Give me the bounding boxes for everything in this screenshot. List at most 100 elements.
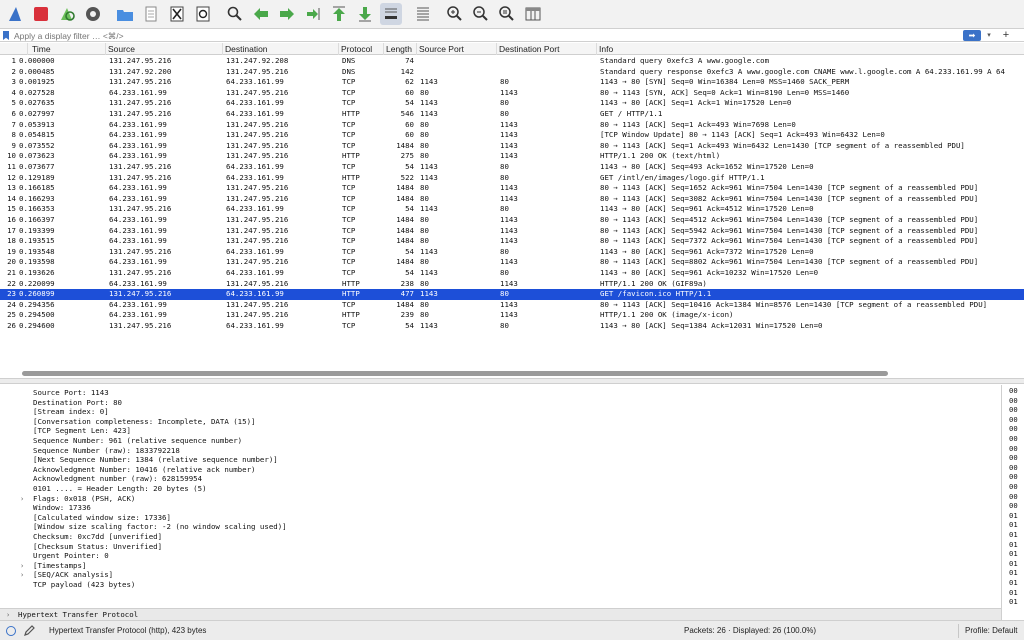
first-packet-icon[interactable] bbox=[328, 3, 350, 25]
expand-arrow-icon[interactable]: › bbox=[20, 494, 24, 504]
packet-length: 1484 bbox=[396, 236, 414, 246]
details-field-text: Destination Port: 80 bbox=[33, 397, 122, 407]
colorize-icon[interactable] bbox=[412, 3, 434, 25]
column-header-destination-port[interactable]: Destination Port bbox=[497, 43, 597, 55]
pane-splitter[interactable] bbox=[0, 378, 1024, 384]
close-file-icon[interactable] bbox=[166, 3, 188, 25]
packet-number: 9 bbox=[11, 140, 16, 150]
packet-source-port: 80 bbox=[420, 193, 429, 203]
column-header-length[interactable]: Length bbox=[384, 43, 417, 55]
zoom-out-icon[interactable] bbox=[470, 3, 492, 25]
packet-row[interactable]: 16 0.166397 64.233.161.99 131.247.95.216 TCP… bbox=[0, 215, 1024, 226]
packet-row[interactable]: 15 0.166353 131.247.95.216 64.233.161.99 TCP… bbox=[0, 204, 1024, 215]
details-field-text: Acknowledgment number (raw): 628159954 bbox=[33, 474, 203, 484]
column-header-source-port[interactable]: Source Port bbox=[417, 43, 497, 55]
restart-icon[interactable] bbox=[56, 3, 78, 25]
packet-length: 74 bbox=[405, 56, 414, 65]
packet-source: 131.247.92.200 bbox=[109, 66, 172, 76]
autoscroll-icon[interactable] bbox=[380, 3, 402, 25]
packet-row[interactable]: 6 0.027997 131.247.95.216 64.233.161.99 HTTP… bbox=[0, 109, 1024, 120]
packet-number: 7 bbox=[11, 119, 16, 129]
resize-columns-icon[interactable] bbox=[522, 3, 544, 25]
expand-arrow-icon[interactable]: › bbox=[20, 570, 24, 580]
packet-row[interactable]: 13 0.166185 64.233.161.99 131.247.95.216 TCP… bbox=[0, 183, 1024, 194]
file-icon[interactable] bbox=[140, 3, 162, 25]
packet-row[interactable]: 7 0.053913 64.233.161.99 131.247.95.216 TCP 6… bbox=[0, 120, 1024, 131]
back-arrow-icon[interactable] bbox=[250, 3, 272, 25]
column-header-info[interactable]: Info bbox=[597, 43, 1024, 55]
packet-number: 17 bbox=[7, 225, 16, 235]
column-header-source[interactable]: Source bbox=[106, 43, 223, 55]
packet-row[interactable]: 10 0.073623 64.233.161.99 131.247.95.216 HTT… bbox=[0, 151, 1024, 162]
packet-destination: 131.247.95.216 bbox=[226, 310, 289, 320]
packet-protocol: HTTP bbox=[342, 109, 360, 118]
zoom-in-icon[interactable] bbox=[444, 3, 466, 25]
packet-row[interactable]: 11 0.073677 131.247.95.216 64.233.161.99 TCP… bbox=[0, 162, 1024, 173]
packet-destination: 131.247.95.216 bbox=[226, 119, 289, 129]
expand-arrow-icon[interactable]: › bbox=[20, 561, 24, 571]
filter-dropdown-button[interactable]: ▾ bbox=[984, 30, 994, 41]
packet-number: 22 bbox=[7, 278, 16, 288]
packet-row[interactable]: 3 0.001925 131.247.95.216 64.233.161.99 TCP 6… bbox=[0, 77, 1024, 88]
column-header-no[interactable] bbox=[0, 43, 28, 55]
packet-row[interactable]: 9 0.073552 64.233.161.99 131.247.95.216 TCP 1… bbox=[0, 141, 1024, 152]
packet-row[interactable]: 21 0.193626 131.247.95.216 64.233.161.99 TCP… bbox=[0, 268, 1024, 279]
packet-row[interactable]: 26 0.294600 131.247.95.216 64.233.161.99 TCP… bbox=[0, 321, 1024, 332]
open-folder-icon[interactable] bbox=[114, 3, 136, 25]
packet-row[interactable]: 18 0.193515 64.233.161.99 131.247.95.216 TCP… bbox=[0, 236, 1024, 247]
packet-row[interactable]: 17 0.193399 64.233.161.99 131.247.95.216 TCP… bbox=[0, 226, 1024, 237]
packet-row[interactable]: 14 0.166293 64.233.161.99 131.247.95.216 TCP… bbox=[0, 194, 1024, 205]
go-to-packet-icon[interactable] bbox=[302, 3, 324, 25]
packet-number: 24 bbox=[7, 299, 16, 309]
forward-arrow-icon[interactable] bbox=[276, 3, 298, 25]
zoom-normal-icon[interactable] bbox=[496, 3, 518, 25]
packet-destination: 131.247.95.216 bbox=[226, 130, 289, 140]
packet-info: [TCP Window Update] 80 → 1143 [ACK] Seq=… bbox=[600, 130, 885, 140]
packet-row[interactable]: 23 0.260899 131.247.95.216 64.233.161.99 HTT… bbox=[0, 289, 1024, 300]
packet-row[interactable]: 4 0.027528 64.233.161.99 131.247.95.216 TCP 6… bbox=[0, 88, 1024, 99]
capture-comment-icon[interactable] bbox=[23, 625, 35, 637]
packet-row[interactable]: 22 0.220099 64.233.161.99 131.247.95.216 HTT… bbox=[0, 279, 1024, 290]
packet-source-port: 80 bbox=[420, 236, 429, 246]
find-icon[interactable] bbox=[224, 3, 246, 25]
details-tree-item-http[interactable]: › Hypertext Transfer Protocol bbox=[0, 608, 1001, 620]
packet-row[interactable]: 19 0.193548 131.247.95.216 64.233.161.99 TCP… bbox=[0, 247, 1024, 258]
packet-info: 80 → 1143 [SYN, ACK] Seq=0 Ack=1 Win=819… bbox=[600, 87, 850, 97]
packet-row[interactable]: 8 0.054815 64.233.161.99 131.247.95.216 TCP 6… bbox=[0, 130, 1024, 141]
packet-row[interactable]: 2 0.000485 131.247.92.200 131.247.95.216 DNS… bbox=[0, 67, 1024, 78]
column-header-time[interactable]: Time bbox=[28, 43, 106, 55]
packet-row[interactable]: 12 0.129189 131.247.95.216 64.233.161.99 HTT… bbox=[0, 173, 1024, 184]
packet-length: 275 bbox=[400, 151, 414, 161]
shark-fin-icon[interactable] bbox=[4, 3, 26, 25]
packet-destination-port: 1143 bbox=[500, 215, 518, 224]
packet-list-horizontal-scrollbar[interactable] bbox=[22, 371, 888, 376]
column-header-destination[interactable]: Destination bbox=[223, 43, 339, 55]
packet-row[interactable]: 1 0.000000 131.247.95.216 131.247.92.208 DNS… bbox=[0, 56, 1024, 67]
packet-row[interactable]: 5 0.027635 131.247.95.216 64.233.161.99 TCP 5… bbox=[0, 98, 1024, 109]
packet-destination: 131.247.95.216 bbox=[226, 66, 289, 76]
expand-arrow-icon[interactable]: › bbox=[6, 610, 10, 620]
display-filter-input[interactable] bbox=[14, 30, 954, 41]
packet-length: 60 bbox=[405, 87, 414, 97]
packet-row[interactable]: 25 0.294500 64.233.161.99 131.247.95.216 HTT… bbox=[0, 310, 1024, 321]
last-packet-icon[interactable] bbox=[354, 3, 376, 25]
packet-info: HTTP/1.1 200 OK (image/x-icon) bbox=[600, 310, 734, 320]
status-profile[interactable]: Profile: Default bbox=[965, 626, 1017, 635]
packet-number: 11 bbox=[7, 162, 16, 171]
packet-protocol: TCP bbox=[342, 257, 356, 267]
apply-filter-button[interactable]: ➡ bbox=[963, 30, 981, 41]
packet-row[interactable]: 24 0.294356 64.233.161.99 131.247.95.216 TCP… bbox=[0, 300, 1024, 311]
stop-icon[interactable] bbox=[30, 3, 52, 25]
expert-info-icon[interactable] bbox=[6, 626, 16, 636]
column-header-protocol[interactable]: Protocol bbox=[339, 43, 384, 55]
add-filter-button[interactable]: + bbox=[1000, 29, 1012, 41]
details-field-text: Window: 17336 bbox=[33, 503, 91, 513]
packet-protocol: TCP bbox=[342, 87, 356, 97]
bookmark-icon[interactable] bbox=[3, 31, 9, 40]
packet-time: 0.294356 bbox=[19, 299, 55, 309]
options-gear-icon[interactable] bbox=[82, 3, 104, 25]
reload-icon[interactable] bbox=[192, 3, 214, 25]
bytes-offset: 01 bbox=[1009, 510, 1018, 520]
packet-row[interactable]: 20 0.193598 64.233.161.99 131.247.95.216 TCP… bbox=[0, 257, 1024, 268]
details-field-text: [Stream index: 0] bbox=[33, 407, 109, 417]
